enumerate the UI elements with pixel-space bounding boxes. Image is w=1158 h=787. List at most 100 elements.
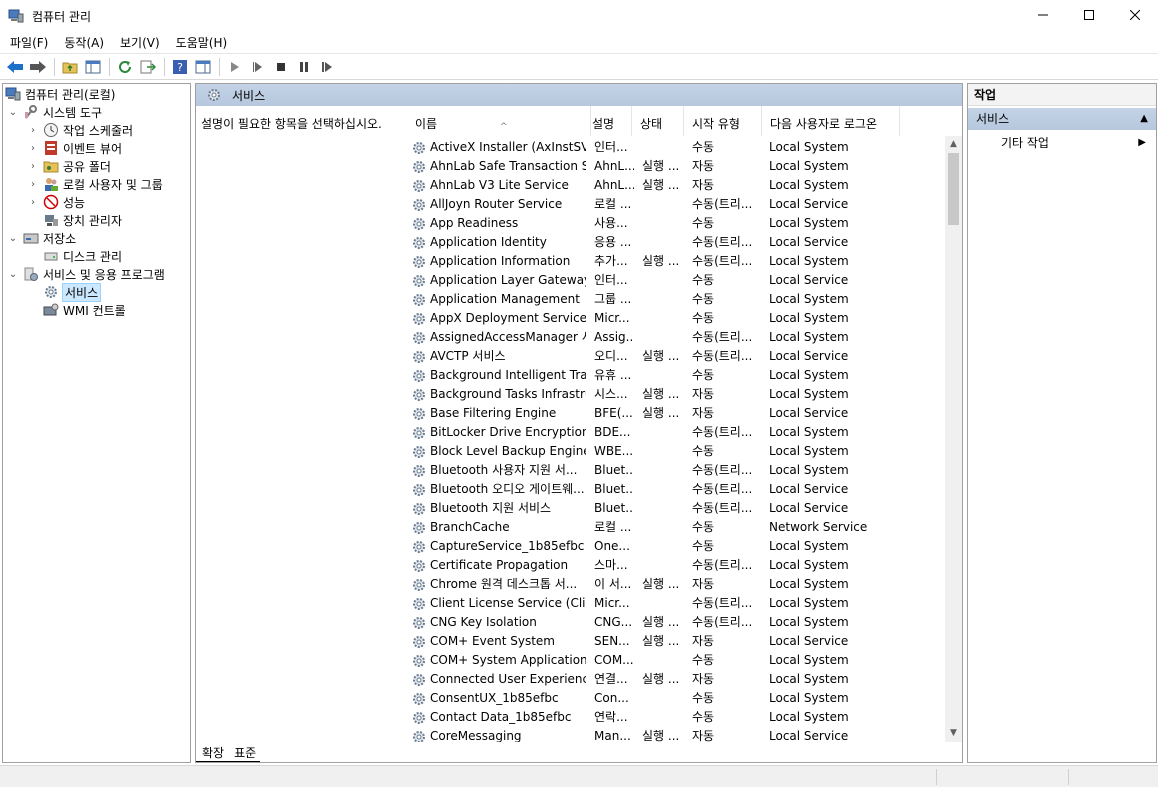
actions-section-services[interactable]: 서비스 ▲ [968, 108, 1156, 130]
menu-file[interactable]: 파일(F) [0, 33, 54, 53]
column-header-description[interactable]: 설명 [584, 106, 632, 136]
column-header-name[interactable]: 이름 ^ [407, 106, 591, 136]
table-row[interactable]: CNG Key Isolation CNG... 실행 ... 수동(트리... Loc… [399, 613, 939, 632]
service-name: BitLocker Drive Encryption ... [430, 425, 586, 439]
tree-item-local-users[interactable]: › 로컬 사용자 및 그룹 [27, 175, 163, 193]
table-row[interactable]: Application Management 그룹 ... 수동 Local Syst… [399, 290, 939, 309]
service-log-on-as: Local Service [769, 349, 849, 363]
chevron-down-icon[interactable]: ⌄ [7, 233, 19, 244]
table-row[interactable]: AhnLab Safe Transaction S... AhnL... 실행 ..… [399, 157, 939, 176]
column-header-log-on-as[interactable]: 다음 사용자로 로그온 [762, 106, 900, 136]
table-row[interactable]: BranchCache 로컬 ... 수동 Network Service [399, 518, 939, 537]
table-row[interactable]: Base Filtering Engine BFE(... 실행 ... 자동 Loca… [399, 404, 939, 423]
action-more-actions[interactable]: 기타 작업 ▶ [968, 133, 1156, 153]
start-service-2-button[interactable] [247, 56, 269, 78]
tree-item-services-and-apps[interactable]: ⌄ 서비스 및 응용 프로그램 [7, 265, 165, 283]
table-row[interactable]: Background Intelligent Tra... 유휴 ... 수동 Loc… [399, 366, 939, 385]
chevron-down-icon[interactable]: ⌄ [7, 107, 19, 118]
service-description-cell: 인터... [594, 140, 628, 154]
show-hide-tree-button[interactable] [82, 56, 104, 78]
menu-help[interactable]: 도움말(H) [166, 33, 234, 53]
table-row[interactable]: AhnLab V3 Lite Service AhnL... 실행 ... 자동 Loc… [399, 176, 939, 195]
table-row[interactable]: Bluetooth 사용자 지원 서... Bluet... 수동(트리... Loc… [399, 461, 939, 480]
service-gear-icon [411, 330, 427, 346]
table-row[interactable]: Application Information 추가... 실행 ... 수동(트리.… [399, 252, 939, 271]
column-header-startup-type[interactable]: 시작 유형 [684, 106, 762, 136]
tree-item-shared-folders[interactable]: › 공유 폴더 [27, 157, 111, 175]
menu-action[interactable]: 동작(A) [54, 33, 110, 53]
table-row[interactable]: Background Tasks Infrastru... 시스... 실행 ...… [399, 385, 939, 404]
table-row[interactable]: COM+ System Application COM... 수동 Local Sys… [399, 651, 939, 670]
show-action-pane-button[interactable] [192, 56, 214, 78]
tree-item-storage[interactable]: ⌄ 저장소 [7, 229, 76, 247]
stop-service-button[interactable] [270, 56, 292, 78]
scroll-thumb[interactable] [948, 153, 959, 225]
service-log-on-as: Local System [769, 558, 849, 572]
scroll-up-arrow-icon[interactable]: ▲ [945, 136, 962, 153]
service-gear-icon [411, 634, 427, 650]
start-service-button[interactable] [224, 56, 246, 78]
close-button[interactable] [1112, 0, 1158, 30]
status-bar-divider [1068, 769, 1069, 785]
service-gear-icon [411, 558, 427, 574]
service-name: Background Tasks Infrastru... [430, 387, 586, 401]
tree-item-event-viewer[interactable]: › 이벤트 뷰어 [27, 139, 122, 157]
service-name: Application Information [430, 254, 571, 268]
chevron-right-icon[interactable]: › [27, 161, 39, 172]
tree-item-device-manager[interactable]: 장치 관리자 [43, 211, 122, 229]
forward-button[interactable] [27, 56, 49, 78]
table-row[interactable]: CoreMessaging Man... 실행 ... 자동 Local Service [399, 727, 939, 742]
vertical-scrollbar[interactable]: ▲ ▼ [945, 136, 962, 742]
pause-service-button[interactable] [293, 56, 315, 78]
table-row[interactable]: BitLocker Drive Encryption ... BDE... 수동(트… [399, 423, 939, 442]
chevron-right-icon[interactable]: › [27, 197, 39, 208]
tab-standard[interactable]: 표준 [228, 744, 261, 762]
table-row[interactable]: AVCTP 서비스 오디... 실행 ... 수동(트리... Local Servic… [399, 347, 939, 366]
up-folder-button[interactable] [59, 56, 81, 78]
table-row[interactable]: Application Layer Gateway ... 인터... 수동 Loca… [399, 271, 939, 290]
table-row[interactable]: COM+ Event System SEN... 실행 ... 자동 Local Ser… [399, 632, 939, 651]
table-row[interactable]: AppX Deployment Service ... Micr... 수동 Loca… [399, 309, 939, 328]
table-row[interactable]: App Readiness 사용... 수동 Local System [399, 214, 939, 233]
table-row[interactable]: Bluetooth 오디오 게이트웨... Bluet... 수동(트리... Loc… [399, 480, 939, 499]
chevron-right-icon[interactable]: › [27, 143, 39, 154]
minimize-button[interactable] [1020, 0, 1066, 30]
table-row[interactable]: Chrome 원격 데스크톱 서... 이 서... 실행 ... 자동 Local S… [399, 575, 939, 594]
tree-item-wmi-control[interactable]: WMI 컨트롤 [43, 301, 126, 319]
collapse-up-icon[interactable]: ▲ [1140, 108, 1148, 130]
help-button[interactable]: ? [169, 56, 191, 78]
chevron-right-icon[interactable]: › [27, 125, 39, 136]
tree-item-disk-management[interactable]: 디스크 관리 [43, 247, 122, 265]
table-row[interactable]: Client License Service (Clip... Micr... 수동… [399, 594, 939, 613]
service-log-on-as: Local Service [769, 197, 849, 211]
column-header-status[interactable]: 상태 [632, 106, 684, 136]
table-row[interactable]: Bluetooth 지원 서비스 Bluet... 수동(트리... Local Se… [399, 499, 939, 518]
service-gear-icon [411, 463, 427, 479]
scroll-down-arrow-icon[interactable]: ▼ [945, 725, 962, 742]
table-row[interactable]: ConsentUX_1b85efbc Con... 수동 Local System [399, 689, 939, 708]
table-row[interactable]: Contact Data_1b85efbc 연락... 수동 Local System [399, 708, 939, 727]
service-gear-icon [411, 710, 427, 726]
table-row[interactable]: AssignedAccessManager 서... Assig... 수동(트리.… [399, 328, 939, 347]
tree-item-performance[interactable]: › 성능 [27, 193, 85, 211]
chevron-right-icon[interactable]: › [27, 179, 39, 190]
menu-view[interactable]: 보기(V) [110, 33, 166, 53]
table-row[interactable]: CaptureService_1b85efbc One... 수동 Local Sys… [399, 537, 939, 556]
table-row[interactable]: Block Level Backup Engine ... WBE... 수동 Loc… [399, 442, 939, 461]
tree-item-computer-management[interactable]: 컴퓨터 관리(로컬) [5, 85, 115, 103]
chevron-down-icon[interactable]: ⌄ [7, 269, 19, 280]
tree-item-system-tools[interactable]: ⌄ 시스템 도구 [7, 103, 102, 121]
back-button[interactable] [4, 56, 26, 78]
table-row[interactable]: AllJoyn Router Service 로컬 ... 수동(트리... Loca… [399, 195, 939, 214]
table-row[interactable]: Application Identity 응용 ... 수동(트리... Local … [399, 233, 939, 252]
table-row[interactable]: Certificate Propagation 스마... 수동(트리... Loca… [399, 556, 939, 575]
tree-item-services[interactable]: 서비스 [43, 282, 102, 302]
restart-service-button[interactable] [316, 56, 338, 78]
export-list-button[interactable] [137, 56, 159, 78]
tree-item-task-scheduler[interactable]: › 작업 스케줄러 [27, 121, 133, 139]
maximize-button[interactable] [1066, 0, 1112, 30]
tab-extended[interactable]: 확장 [196, 744, 229, 762]
refresh-button[interactable] [114, 56, 136, 78]
table-row[interactable]: Connected User Experience... 연결... 실행 ... 자… [399, 670, 939, 689]
table-row[interactable]: ActiveX Installer (AxInstSV) 인터... 수동 Local… [399, 138, 939, 157]
